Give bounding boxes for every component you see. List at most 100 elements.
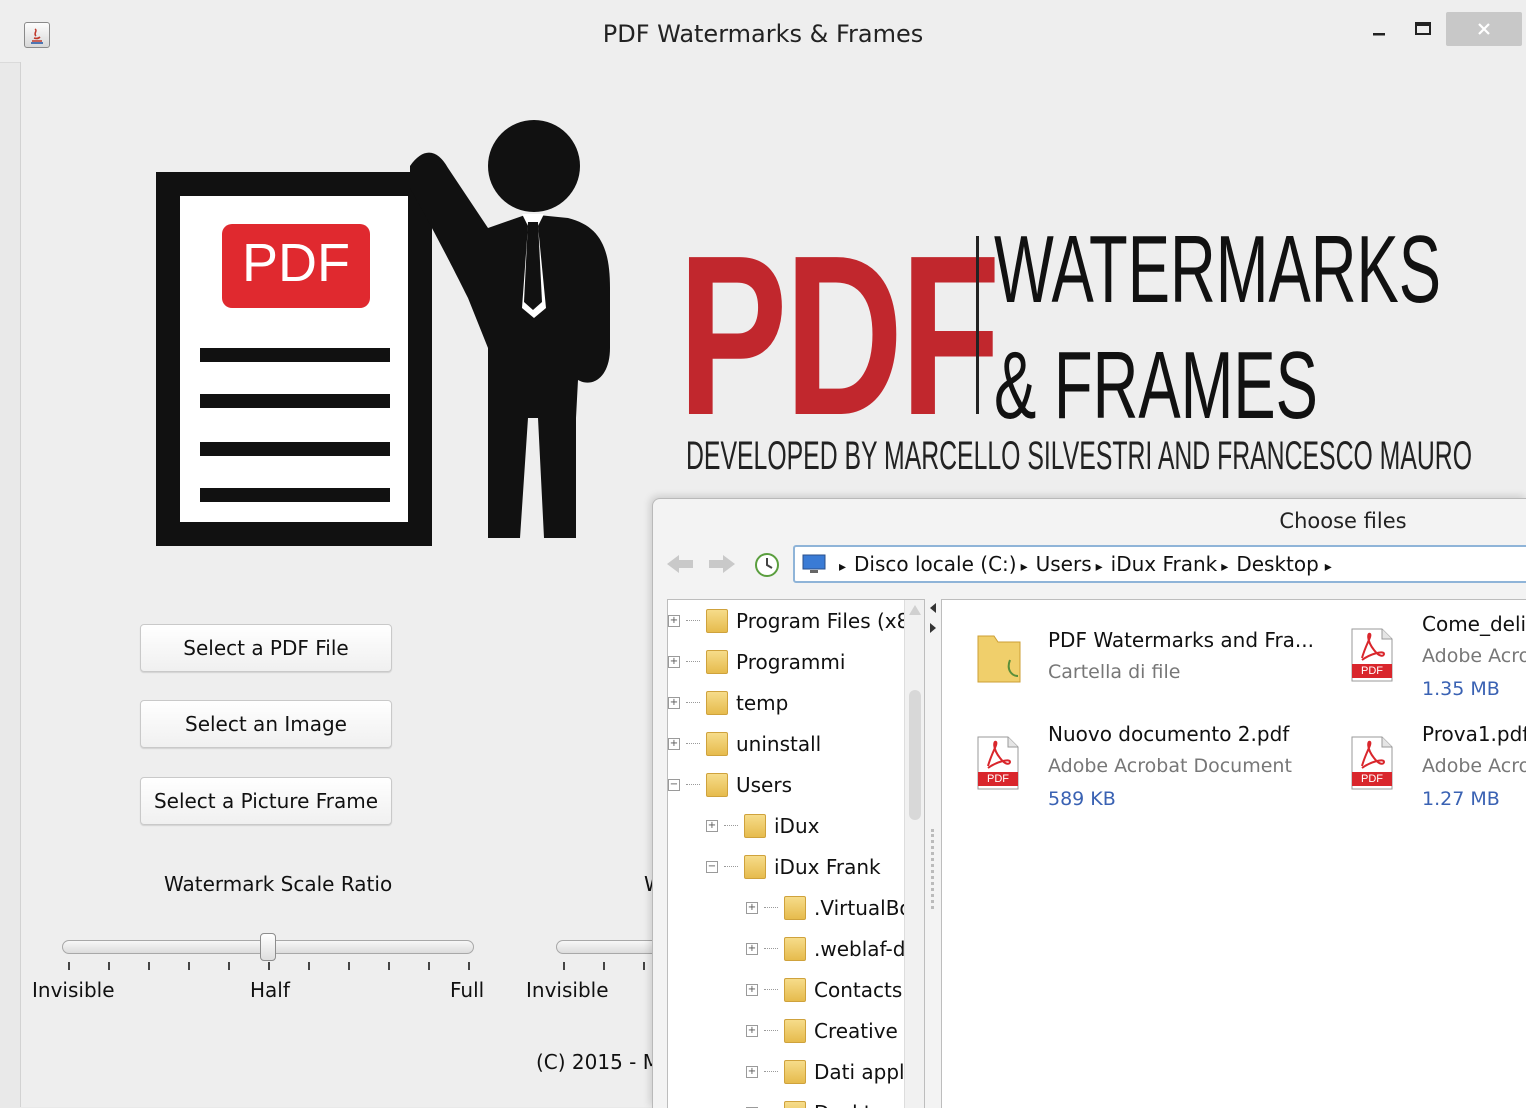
- file-size: 1.27 MB: [1422, 788, 1500, 810]
- scroll-up-icon[interactable]: [908, 604, 922, 616]
- second-slider-tick: [643, 962, 645, 970]
- tree-scroll-thumb[interactable]: [909, 690, 921, 820]
- expand-icon[interactable]: +: [668, 697, 680, 709]
- expand-icon[interactable]: +: [746, 1025, 758, 1037]
- second-slider-tick: [603, 962, 605, 970]
- folder-icon: [744, 814, 766, 838]
- pdf-icon-label: PDF: [1352, 664, 1392, 678]
- expand-icon[interactable]: +: [668, 738, 680, 750]
- tree-item[interactable]: +Creative (: [668, 1010, 908, 1051]
- scale-slider-tick: [468, 962, 470, 970]
- tree-connector: [686, 743, 700, 744]
- file-size: 1.35 MB: [1422, 678, 1500, 700]
- expand-icon[interactable]: −: [706, 861, 718, 873]
- breadcrumb-separator-icon[interactable]: ▸: [839, 559, 846, 575]
- expand-icon[interactable]: +: [746, 1066, 758, 1078]
- tree-item-label: Program Files (x86: [736, 609, 922, 633]
- pdf-icon-label: PDF: [1352, 772, 1392, 786]
- folder-icon: [976, 630, 1022, 684]
- splitter-grip[interactable]: [931, 829, 937, 909]
- tree-item[interactable]: +Dati applic: [668, 1051, 908, 1092]
- tree-connector: [686, 784, 700, 785]
- tree-item[interactable]: + iDux: [668, 805, 908, 846]
- tree-connector: [686, 661, 700, 662]
- tree-item[interactable]: +.VirtualBo: [668, 887, 908, 928]
- expand-icon[interactable]: +: [746, 984, 758, 996]
- scale-slider-tick: [228, 962, 230, 970]
- expand-icon[interactable]: −: [668, 779, 680, 791]
- tree-item-label: iDux: [774, 814, 819, 838]
- logo-pdf-word: PDF: [678, 222, 998, 450]
- folder-tree[interactable]: +Program Files (x86+Programmi+temp+unins…: [667, 599, 925, 1108]
- breadcrumb: ▸Disco locale (C:)▸Users▸iDux Frank▸Desk…: [835, 552, 1332, 576]
- tree-item-label: Programmi: [736, 650, 845, 674]
- scale-slider-tick: [68, 962, 70, 970]
- computer-icon: [801, 553, 827, 575]
- window-title: PDF Watermarks & Frames: [0, 20, 1526, 48]
- tree-connector: [724, 866, 738, 867]
- tree-connector: [764, 1030, 778, 1031]
- tree-item[interactable]: +uninstall: [668, 723, 908, 764]
- breadcrumb-item[interactable]: Disco locale (C:): [854, 552, 1017, 576]
- forward-arrow-icon[interactable]: [707, 553, 737, 575]
- file-list[interactable]: PDF Watermarks and Fra... Cartella di fi…: [941, 599, 1526, 1108]
- scale-slider-tick: [108, 962, 110, 970]
- scale-mid-label: Half: [250, 978, 290, 1002]
- folder-icon: [784, 937, 806, 961]
- history-icon[interactable]: [753, 551, 781, 579]
- expand-icon[interactable]: +: [706, 820, 718, 832]
- breadcrumb-separator-icon[interactable]: ▸: [1021, 559, 1028, 575]
- file-item[interactable]: PDF Come_deliz Adobe Acro 1.35 MB: [1314, 600, 1526, 710]
- expand-icon[interactable]: +: [668, 615, 680, 627]
- select-pdf-button[interactable]: Select a PDF File: [140, 624, 392, 672]
- pdf-icon-label: PDF: [978, 772, 1018, 786]
- file-item[interactable]: PDF Nuovo documento 2.pdf Adobe Acrobat …: [942, 712, 1282, 822]
- tree-item[interactable]: + Programmi: [668, 641, 908, 682]
- file-name: PDF Watermarks and Fra...: [1048, 628, 1314, 652]
- tree-item[interactable]: +Program Files (x86: [668, 600, 908, 641]
- expand-icon[interactable]: +: [746, 902, 758, 914]
- breadcrumb-separator-icon[interactable]: ▸: [1221, 559, 1228, 575]
- breadcrumb-item[interactable]: Desktop: [1236, 552, 1318, 576]
- tree-connector: [686, 620, 700, 621]
- tree-connector: [724, 825, 738, 826]
- tree-item[interactable]: +Desktop: [668, 1092, 908, 1108]
- tree-item[interactable]: +Contacts: [668, 969, 908, 1010]
- breadcrumb-item[interactable]: iDux Frank: [1111, 552, 1218, 576]
- tree-item-label: iDux Frank: [774, 855, 881, 879]
- file-item[interactable]: PDF Watermarks and Fra... Cartella di fi…: [942, 600, 1282, 710]
- folder-icon: [706, 691, 728, 715]
- tree-item[interactable]: − Users: [668, 764, 908, 805]
- file-size: 589 KB: [1048, 788, 1116, 810]
- scale-slider-tick: [428, 962, 430, 970]
- tree-item-label: Users: [736, 773, 792, 797]
- tree-item[interactable]: +temp: [668, 682, 908, 723]
- path-bar[interactable]: ▸Disco locale (C:)▸Users▸iDux Frank▸Desk…: [793, 545, 1526, 583]
- splitter-arrows-icon[interactable]: [927, 601, 939, 641]
- dialog-title: Choose files: [653, 509, 1526, 533]
- breadcrumb-separator-icon[interactable]: ▸: [1325, 559, 1332, 575]
- back-arrow-icon[interactable]: [665, 553, 695, 575]
- close-button[interactable]: [1446, 12, 1522, 46]
- file-name: Prova1.pdf: [1422, 722, 1526, 746]
- expand-icon[interactable]: +: [746, 943, 758, 955]
- pdf-file-icon: PDF: [1350, 736, 1394, 790]
- file-type: Adobe Acrobat Document: [1048, 755, 1292, 777]
- logo-divider: [976, 236, 979, 414]
- select-frame-button[interactable]: Select a Picture Frame: [140, 777, 392, 825]
- maximize-button[interactable]: [1404, 12, 1442, 46]
- tree-item[interactable]: +.weblaf-d: [668, 928, 908, 969]
- maximize-icon: [1414, 20, 1432, 38]
- tree-scrollbar[interactable]: [904, 600, 925, 1108]
- scale-slider-thumb[interactable]: [260, 933, 276, 961]
- folder-icon: [706, 609, 728, 633]
- breadcrumb-item[interactable]: Users: [1036, 552, 1092, 576]
- tree-item[interactable]: − iDux Frank: [668, 846, 908, 887]
- file-item[interactable]: PDF Prova1.pdf Adobe Acro 1.27 MB: [1314, 712, 1526, 822]
- breadcrumb-separator-icon[interactable]: ▸: [1096, 559, 1103, 575]
- logo-credit: DEVELOPED BY MARCELLO SILVESTRI AND FRAN…: [686, 436, 1472, 476]
- second-slider-tick: [563, 962, 565, 970]
- select-image-button[interactable]: Select an Image: [140, 700, 392, 748]
- minimize-button[interactable]: [1360, 12, 1398, 46]
- expand-icon[interactable]: +: [668, 656, 680, 668]
